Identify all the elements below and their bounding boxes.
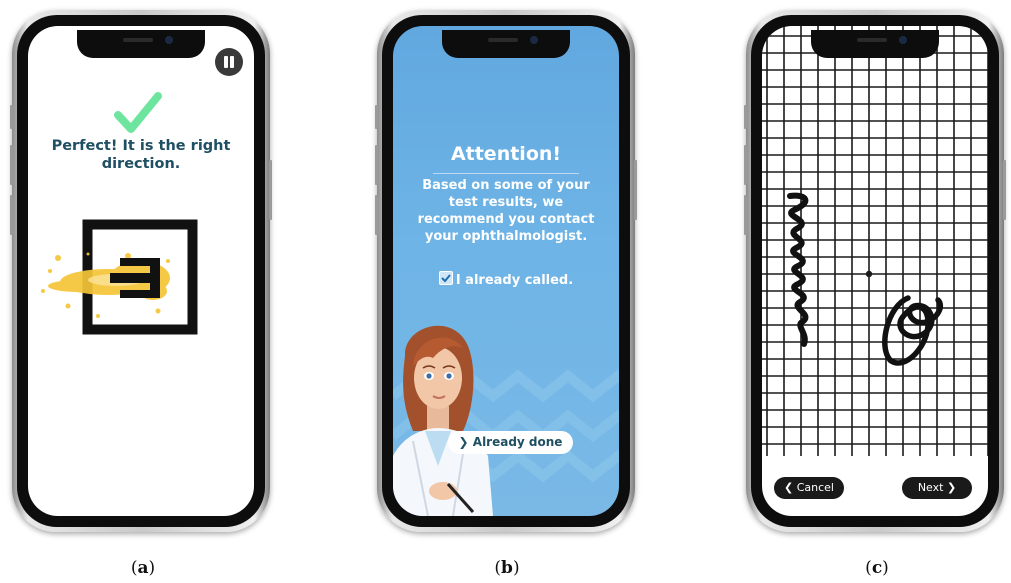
side-button xyxy=(375,105,378,129)
phone-frame-c: ❮ Cancel Next ❯ xyxy=(744,10,1006,532)
dialog-message: Based on some of your test results, we r… xyxy=(417,178,595,244)
side-button xyxy=(744,105,747,129)
phone-bezel: Perfect! It is the right direction. xyxy=(17,15,265,527)
cancel-label: Cancel xyxy=(796,481,834,494)
side-button xyxy=(375,195,378,235)
caption-c: (c) xyxy=(865,558,889,578)
phone-frame-a: Perfect! It is the right direction. xyxy=(10,10,272,532)
center-fixation-dot xyxy=(865,270,873,278)
checkbox-label: I already called. xyxy=(455,273,574,288)
screen-a: Perfect! It is the right direction. xyxy=(28,26,254,516)
checkbox-icon[interactable] xyxy=(438,271,453,285)
notch xyxy=(811,30,939,58)
dialog-title: Attention! xyxy=(450,143,562,165)
amsler-grid[interactable] xyxy=(762,26,988,456)
user-drawing-squiggle xyxy=(787,192,809,347)
notch xyxy=(442,30,570,58)
already-done-button[interactable]: ❯ Already done xyxy=(448,431,573,454)
side-button xyxy=(10,105,13,129)
pause-icon[interactable] xyxy=(215,48,243,76)
checkmark-icon xyxy=(114,92,162,133)
divider xyxy=(433,173,579,174)
chevron-left-icon: ❮ xyxy=(784,481,794,494)
feedback-message: Perfect! It is the right direction. xyxy=(51,138,231,172)
screen-b: Attention! Based on some of your test re… xyxy=(393,26,619,516)
chevron-right-icon: ❯ xyxy=(946,481,957,494)
doctor-avatar xyxy=(393,325,493,516)
already-called-checkbox[interactable]: I already called. xyxy=(393,271,619,288)
side-button xyxy=(1003,160,1006,220)
phone-frame-b: Attention! Based on some of your test re… xyxy=(375,10,637,532)
cancel-button[interactable]: ❮ Cancel xyxy=(774,477,844,499)
button-label: Already done xyxy=(472,435,563,449)
next-label: Next xyxy=(917,481,944,494)
phone-bezel: Attention! Based on some of your test re… xyxy=(382,15,630,527)
notch xyxy=(77,30,205,58)
next-button[interactable]: Next ❯ xyxy=(902,477,972,499)
side-button xyxy=(10,145,13,185)
caption-b: (b) xyxy=(494,558,520,578)
side-button xyxy=(744,145,747,185)
direction-target xyxy=(41,219,198,335)
screen-c: ❮ Cancel Next ❯ xyxy=(762,26,988,516)
caption-a: (a) xyxy=(130,558,156,578)
side-button xyxy=(269,160,272,220)
side-button xyxy=(375,145,378,185)
side-button xyxy=(634,160,637,220)
side-button xyxy=(744,195,747,235)
chevron-right-icon: ❯ xyxy=(458,435,469,449)
side-button xyxy=(10,195,13,235)
phone-bezel: ❮ Cancel Next ❯ xyxy=(751,15,999,527)
